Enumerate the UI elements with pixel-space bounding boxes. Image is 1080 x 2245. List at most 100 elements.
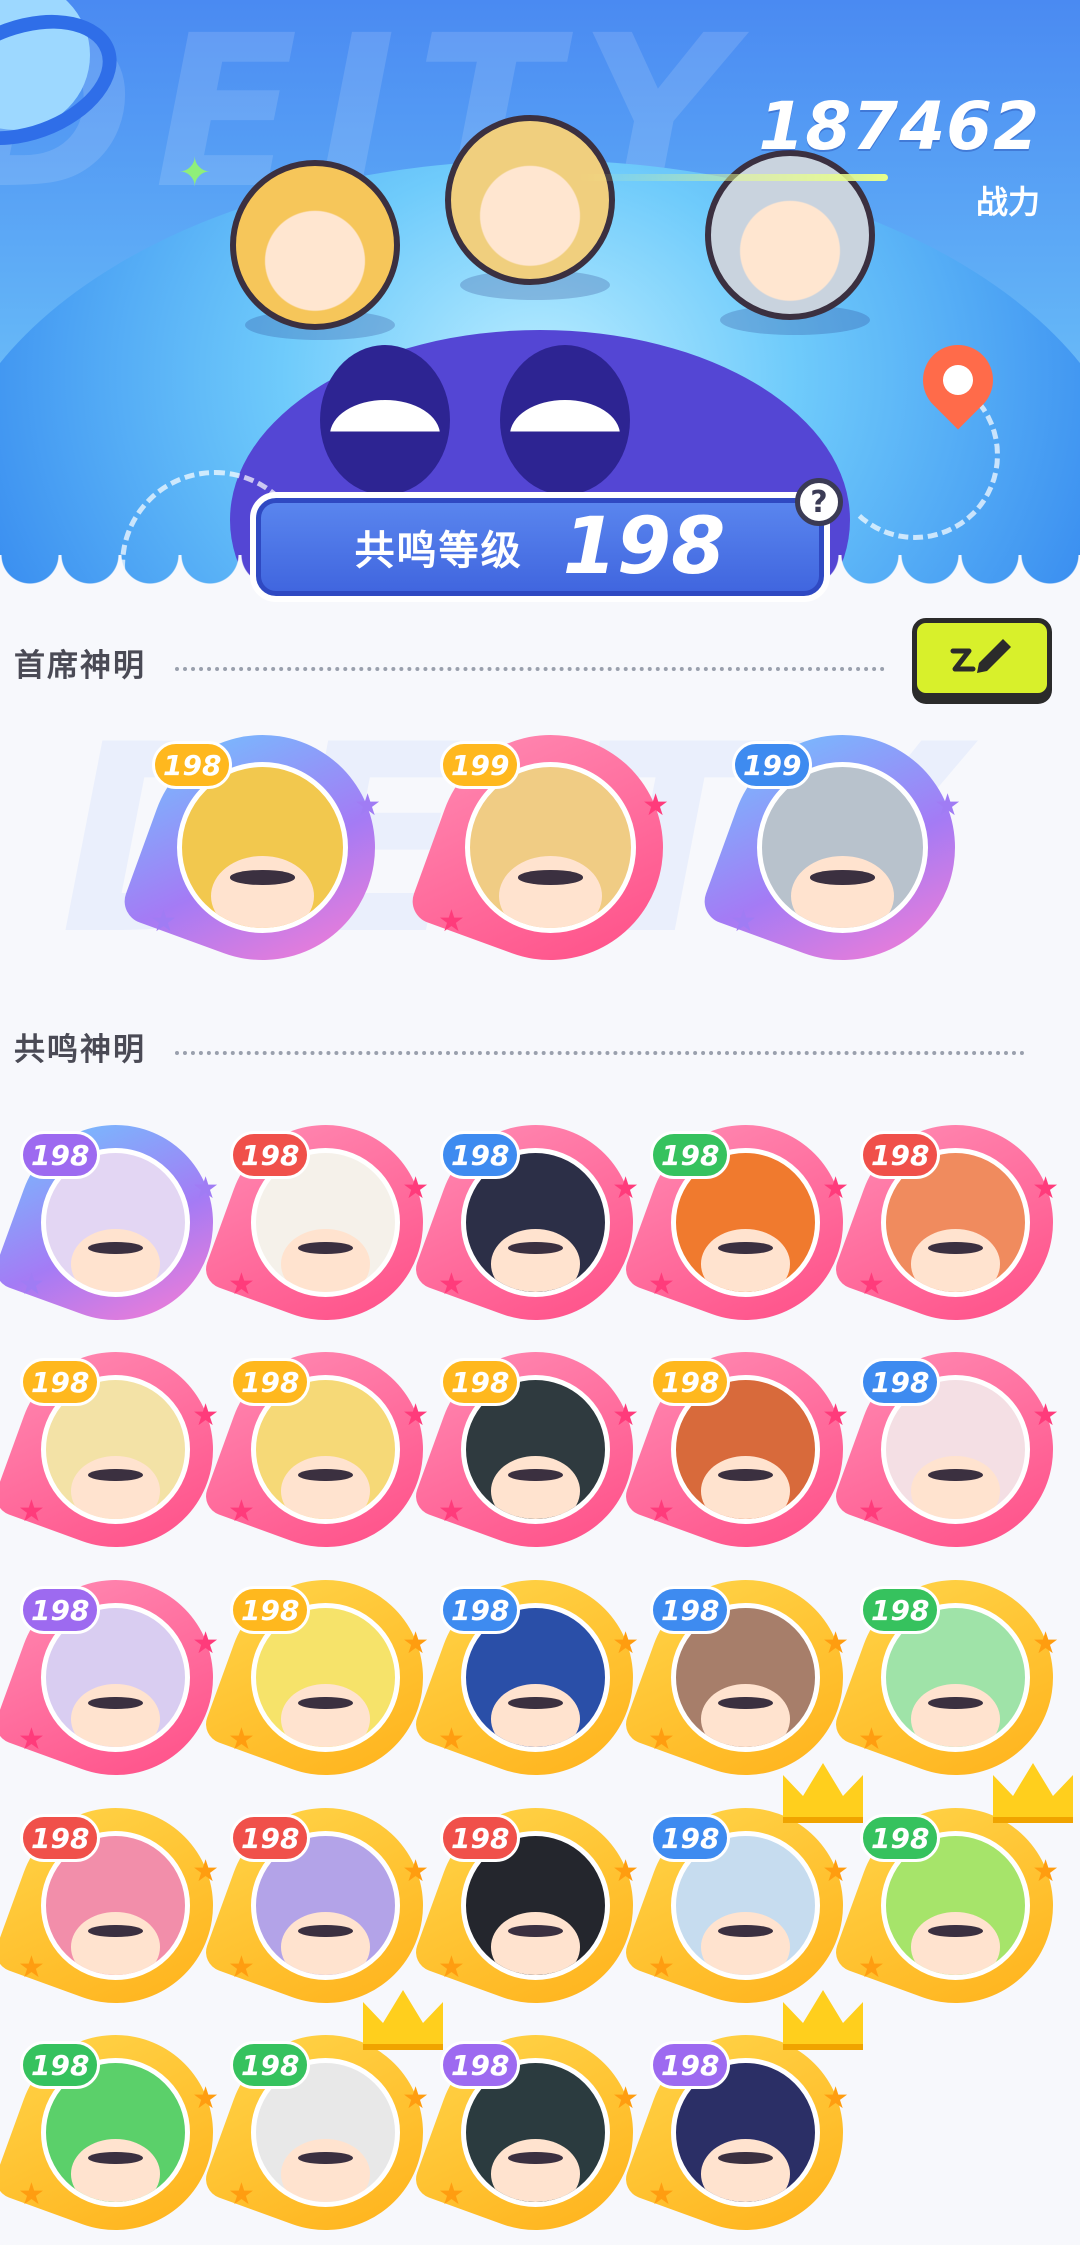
resonance-avatar[interactable]: ★ ★ 198 [200,1097,451,1348]
resonance-avatar[interactable]: ★ ★ 198 [410,1324,661,1575]
resonance-avatar[interactable]: ★ ★ 198 [0,1552,241,1803]
star-icon: ★ [18,2177,45,2212]
resonance-avatar[interactable]: ★ ★ 198 [620,1990,871,2245]
avatar-level-badge: 198 [20,1358,101,1406]
resonance-avatar[interactable]: ★ ★ 198 [200,1552,451,1803]
page: DEITY ✦ 187462 战力 共鸣等级 198 ? DEITY 首席神明 [0,0,1080,2245]
avatar-level-badge: 198 [650,1586,731,1634]
star-icon: ★ [648,1722,675,1757]
star-icon: ★ [192,1171,219,1206]
star-icon: ★ [354,788,381,823]
star-icon: ★ [402,1854,429,1889]
resonance-avatar[interactable]: ★ ★ 198 [830,1552,1080,1803]
crown-icon [363,1990,443,2050]
star-icon: ★ [858,1722,885,1757]
resonance-avatar[interactable]: ★ ★ 198 [200,1990,451,2245]
resonance-avatar[interactable]: ★ ★ 198 [830,1763,1080,2031]
avatar-level-badge: 198 [650,1131,731,1179]
resonance-avatar[interactable]: ★ ★ 198 [0,2007,241,2245]
star-icon: ★ [192,1854,219,1889]
star-icon: ★ [822,1854,849,1889]
resonance-avatar[interactable]: ★ ★ 198 [410,1780,661,2031]
resonance-avatar[interactable]: ★ ★ 198 [830,1097,1080,1348]
avatar-level-badge: 198 [230,1586,311,1634]
star-icon: ★ [402,2081,429,2116]
avatar-level-badge: 198 [20,1586,101,1634]
star-icon: ★ [858,1267,885,1302]
resonance-avatar[interactable]: ★ ★ 198 [830,1324,1080,1575]
star-icon: ★ [438,1267,465,1302]
star-icon: ★ [18,1722,45,1757]
chief-avatar[interactable]: ★ ★ 199 [698,703,987,992]
avatar-level-badge: 198 [440,1358,521,1406]
resonance-avatar[interactable]: ★ ★ 198 [620,1097,871,1348]
star-icon: ★ [228,1267,255,1302]
crown-icon [993,1763,1073,1823]
star-icon: ★ [192,1626,219,1661]
star-icon: ★ [612,1398,639,1433]
resonance-avatar[interactable]: ★ ★ 198 [0,1324,241,1575]
section-title-chief: 首席神明 [14,648,146,684]
star-icon: ★ [192,1398,219,1433]
star-icon: ★ [822,1626,849,1661]
star-icon: ★ [18,1267,45,1302]
resonance-avatar[interactable]: ★ ★ 198 [200,1324,451,1575]
resonance-avatar[interactable]: ★ ★ 198 [410,1097,661,1348]
star-icon: ★ [730,904,757,939]
chief-avatar[interactable]: ★ ★ 199 [406,703,695,992]
star-icon: ★ [612,1854,639,1889]
resonance-avatar[interactable]: ★ ★ 198 [620,1552,871,1803]
combat-power-label: 战力 [975,183,1040,221]
avatar-level-badge: 198 [230,1131,311,1179]
resonance-avatar[interactable]: ★ ★ 198 [620,1324,871,1575]
star-icon: ★ [228,2177,255,2212]
resonance-avatar[interactable]: ★ ★ 198 [410,1552,661,1803]
star-icon: ★ [822,1398,849,1433]
resonance-avatar[interactable]: ★ ★ 198 [410,2007,661,2245]
avatar-level-badge: 198 [440,1586,521,1634]
section-title-resonance: 共鸣神明 [14,1032,146,1068]
chief-avatar[interactable]: ★ ★ 198 [118,703,407,992]
avatar-level-badge: 198 [650,1358,731,1406]
resonance-avatar[interactable]: ★ ★ 198 [620,1763,871,2031]
star-icon: ★ [438,904,465,939]
help-button[interactable]: ? [795,478,843,526]
star-icon: ★ [402,1398,429,1433]
star-icon: ★ [934,788,961,823]
combat-power-underline [578,174,889,181]
avatar-level-badge: 198 [440,2041,521,2089]
star-icon: ★ [858,1950,885,1985]
chief-character-2[interactable] [445,115,615,285]
globe-right-eye [500,345,630,495]
star-icon: ★ [822,1171,849,1206]
avatar-level-badge: 198 [152,741,233,789]
star-icon: ★ [648,1950,675,1985]
star-icon: ★ [612,1626,639,1661]
resonance-avatar[interactable]: ★ ★ 198 [200,1780,451,2031]
star-icon: ★ [402,1626,429,1661]
star-icon: ★ [228,1722,255,1757]
avatar-level-badge: 198 [440,1131,521,1179]
star-icon: ★ [612,2081,639,2116]
chief-character-1[interactable] [230,160,400,330]
avatar-level-badge: 199 [732,741,813,789]
star-icon: ★ [402,1171,429,1206]
resonance-avatar[interactable]: ★ ★ 198 [0,1780,241,2031]
sparkle-icon: ✦ [178,150,212,196]
avatar-level-badge: 198 [230,1358,311,1406]
star-icon: ★ [18,1950,45,1985]
avatar-level-badge: 198 [860,1814,941,1862]
resonance-level-label: 共鸣等级 [354,528,523,574]
combat-power-value: 187462 [758,88,1040,165]
star-icon: ★ [150,904,177,939]
resonance-avatar[interactable]: ★ ★ 198 [0,1097,241,1348]
star-icon: ★ [438,1722,465,1757]
section-divider [175,1051,1025,1055]
star-icon: ★ [1032,1171,1059,1206]
avatar-level-badge: 198 [230,1814,311,1862]
avatar-level-badge: 198 [230,2041,311,2089]
pencil-icon [950,639,1011,673]
edit-chief-button[interactable] [912,618,1052,698]
avatar-level-badge: 198 [440,1814,521,1862]
star-icon: ★ [1032,1854,1059,1889]
